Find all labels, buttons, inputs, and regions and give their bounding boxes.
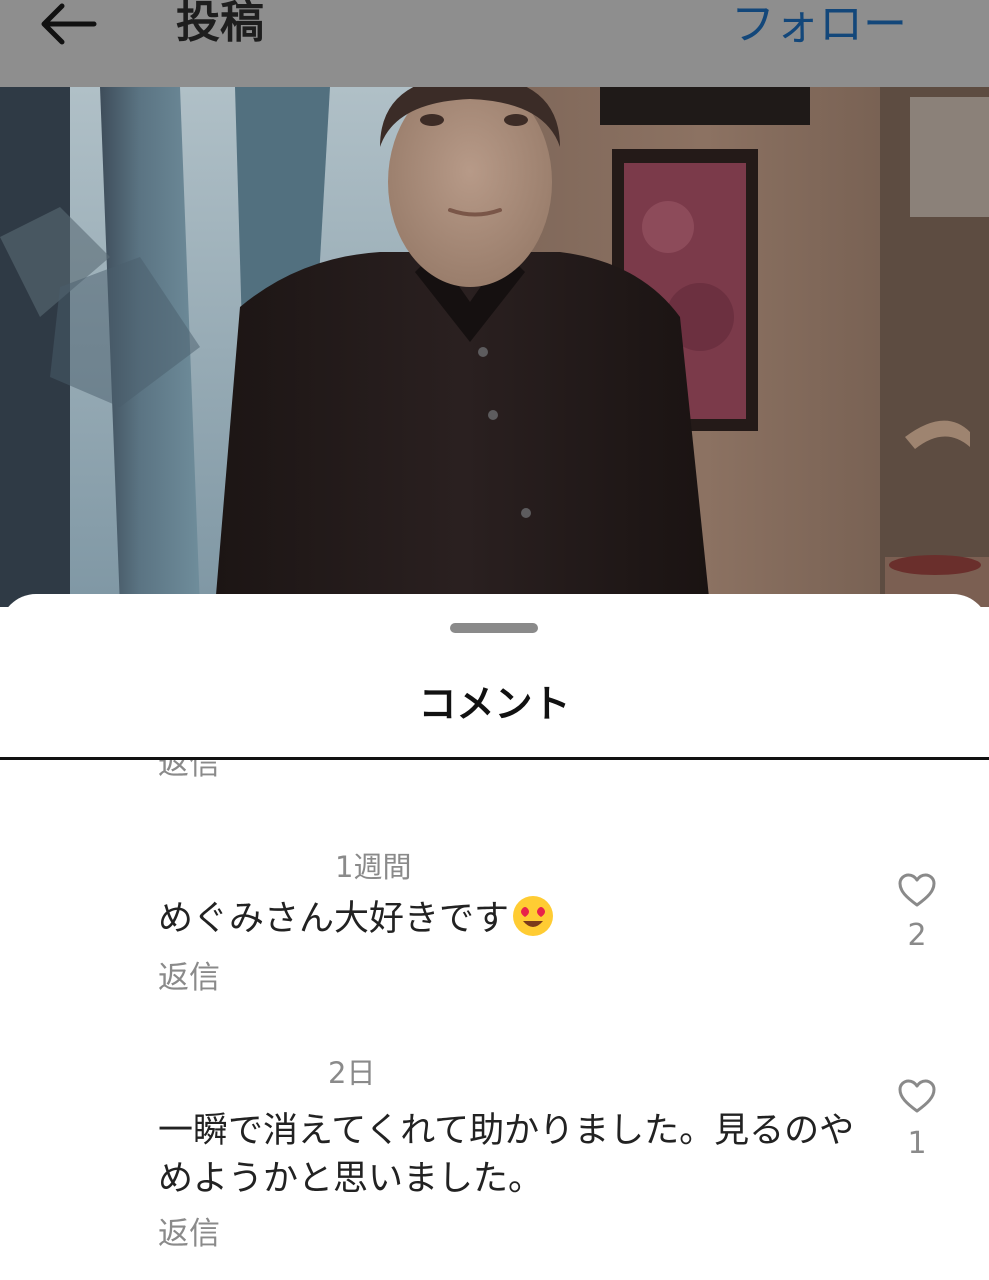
reply-button[interactable]: 返信	[158, 960, 220, 996]
reply-button[interactable]: 返信	[158, 1216, 220, 1252]
drag-handle[interactable]	[450, 623, 538, 633]
like-count: 2	[907, 918, 927, 953]
heart-icon[interactable]	[897, 1078, 937, 1114]
sheet-title: コメント	[418, 682, 571, 726]
comments-sheet: コメント 返信 1週間 めぐみさん大好きです 返信 2 2日 一瞬で消えてくれて…	[0, 594, 989, 1280]
top-app-bar: 投稿 フォロー	[0, 0, 989, 87]
follow-button[interactable]: フォロー	[731, 0, 907, 52]
heart-eyes-emoji-icon	[511, 894, 555, 938]
comment-text: めぐみさん大好きです	[158, 894, 858, 943]
like-count: 1	[907, 1126, 927, 1161]
comment-time: 1週間	[335, 850, 412, 884]
post-photo[interactable]	[0, 87, 989, 607]
comment-time: 2日	[328, 1056, 376, 1090]
reply-button[interactable]: 返信	[158, 760, 220, 782]
comment-body: めぐみさん大好きです	[158, 899, 510, 939]
arrow-left-icon[interactable]	[36, 2, 98, 46]
comment-text: 一瞬で消えてくれて助かりました。見るのやめようかと思いました。	[158, 1111, 855, 1199]
heart-icon[interactable]	[897, 872, 937, 908]
comment-list[interactable]: 返信 1週間 めぐみさん大好きです 返信 2 2日 一瞬で消えてくれて助かりまし…	[0, 760, 989, 1280]
page-title: 投稿	[176, 0, 264, 48]
